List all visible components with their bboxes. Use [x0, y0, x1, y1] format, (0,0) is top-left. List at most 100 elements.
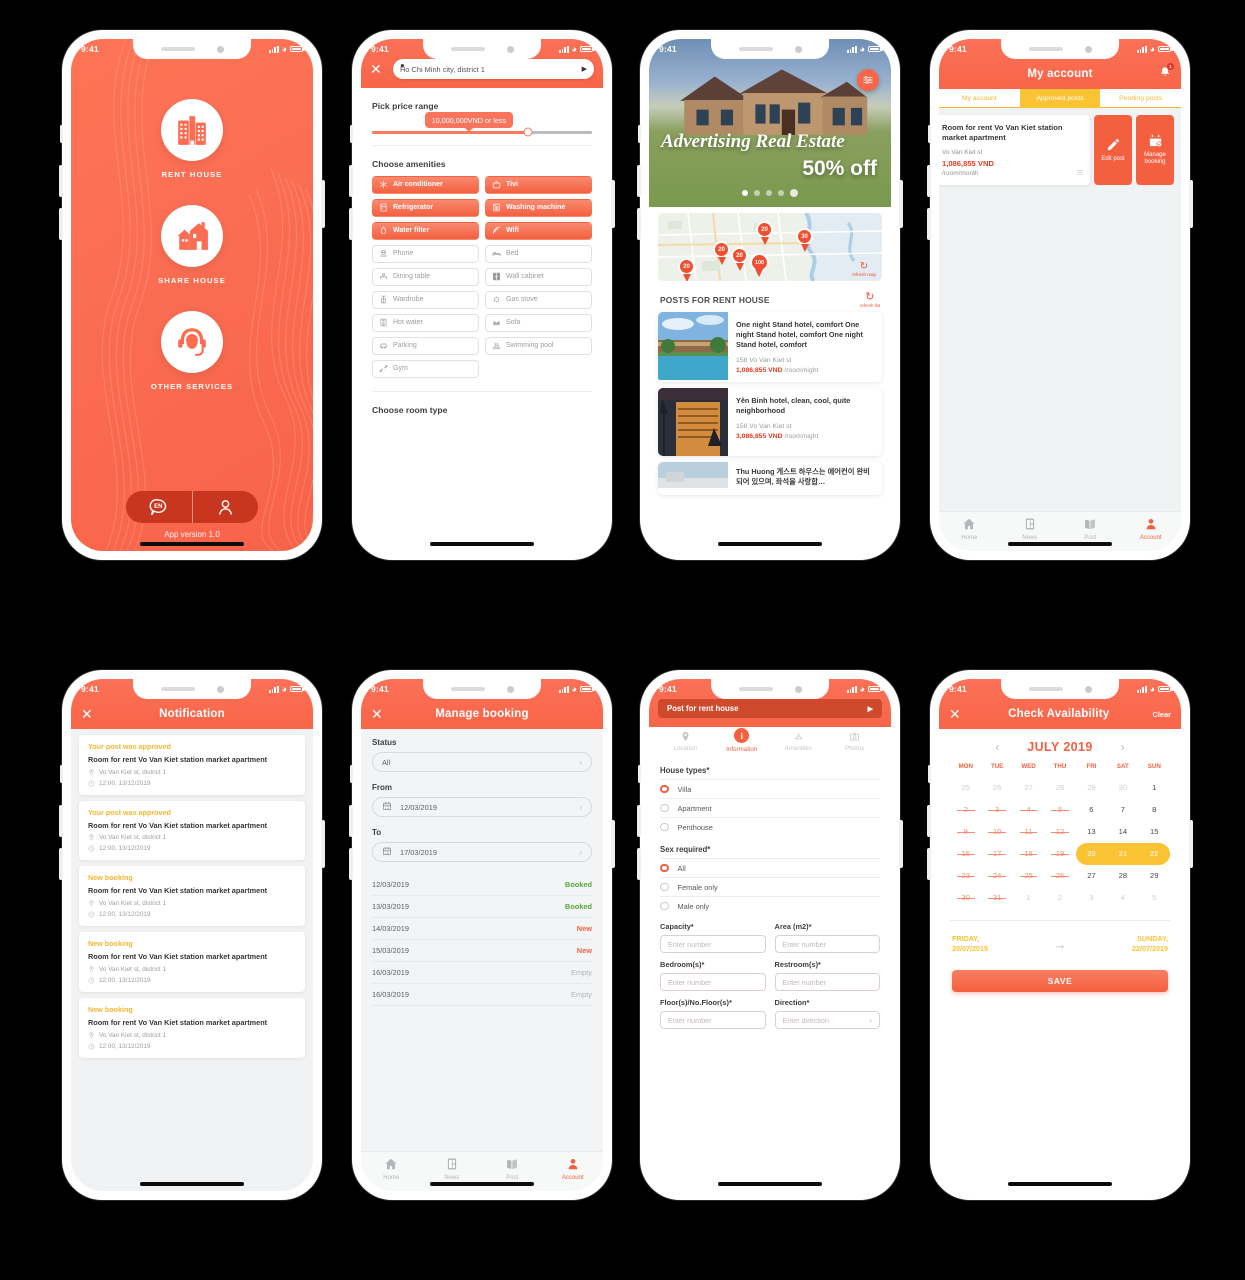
carousel-dots[interactable]: [742, 189, 798, 197]
field-input[interactable]: Enter direction ›: [774, 1011, 880, 1029]
calendar-day[interactable]: 29: [1076, 777, 1107, 799]
calendar-day[interactable]: 22: [1138, 843, 1170, 865]
notification-item[interactable]: Your post was approved Room for rent Vo V…: [79, 800, 305, 861]
amenity-phone[interactable]: Phone: [372, 244, 479, 263]
close-icon[interactable]: ✕: [949, 707, 965, 721]
calendar-day[interactable]: 31: [981, 887, 1012, 909]
calendar-day[interactable]: 20: [1075, 843, 1108, 865]
calendar-day[interactable]: 14: [1107, 821, 1138, 843]
step-amenities[interactable]: Amenities: [770, 731, 827, 753]
refresh-map-button[interactable]: ↻ refresh map: [852, 262, 876, 278]
step-photos[interactable]: Photos: [827, 731, 884, 753]
list-item[interactable]: Thu Huong 게스트 하우스는 에어컨이 완비되어 있으며, 좌석을 사랑…: [658, 462, 882, 496]
amenity-gym[interactable]: Gym: [372, 359, 479, 378]
menu-item-share-house[interactable]: SHARE HOUSE: [158, 205, 226, 285]
map-pin[interactable]: 20: [713, 241, 730, 265]
calendar-day[interactable]: 30: [1107, 777, 1138, 799]
prev-month-button[interactable]: ‹: [995, 740, 999, 754]
tabbar-item-account[interactable]: Account: [1121, 517, 1182, 541]
drag-handle-icon[interactable]: ☰: [1077, 169, 1083, 177]
from-date-input[interactable]: 12/03/2019 ›: [372, 797, 592, 817]
refresh-list-button[interactable]: ↻ refresh list: [860, 292, 880, 309]
radio-button-icon[interactable]: [660, 803, 669, 813]
calendar-day[interactable]: 3: [1076, 887, 1107, 909]
tabbar-item-home[interactable]: Home: [939, 517, 1000, 541]
status-select[interactable]: All ›: [372, 752, 592, 772]
table-row[interactable]: 14/03/2019 New: [372, 918, 592, 940]
tabbar-item-account[interactable]: Account: [543, 1157, 604, 1181]
close-icon[interactable]: ✕: [370, 62, 386, 76]
map-pin[interactable]: 20: [756, 221, 773, 245]
location-search-input[interactable]: ● Ho Chi Minh city, district 1 ▶: [393, 59, 594, 79]
tab-pending-posts[interactable]: Pending posts: [1100, 89, 1181, 108]
amenity-wifi[interactable]: Wifi: [485, 221, 592, 240]
calendar-day[interactable]: 26: [981, 777, 1012, 799]
notification-item[interactable]: New booking Room for rent Vo Van Kiet sta…: [79, 997, 305, 1058]
amenity-bed[interactable]: Bed: [485, 244, 592, 263]
radio-button-icon[interactable]: [660, 863, 669, 873]
calendar-day[interactable]: 24: [981, 865, 1012, 887]
menu-item-other-services[interactable]: OTHER SERVICES: [151, 311, 233, 391]
calendar-day[interactable]: 2: [950, 799, 981, 821]
calendar-day[interactable]: 4: [1107, 887, 1138, 909]
calendar-day[interactable]: 1: [1013, 887, 1044, 909]
radio-villa[interactable]: Villa: [660, 779, 880, 798]
radio-apartment[interactable]: Apartment: [660, 798, 880, 817]
step-location[interactable]: Location: [657, 731, 714, 753]
tabbar-item-post[interactable]: Post: [1060, 517, 1121, 541]
tabbar-item-news[interactable]: News: [1000, 517, 1061, 541]
hero-banner[interactable]: Advertising Real Estate 50% off: [649, 39, 891, 207]
post-card[interactable]: Room for rent Vo Van Kiet station market…: [939, 115, 1090, 185]
close-icon[interactable]: ✕: [371, 707, 387, 721]
manage-booking-button[interactable]: Manage booking: [1136, 115, 1174, 185]
calendar-day[interactable]: 15: [1139, 821, 1170, 843]
field-input[interactable]: Enter number: [660, 935, 766, 953]
tabbar-item-home[interactable]: Home: [361, 1157, 422, 1181]
profile-button[interactable]: [191, 491, 259, 523]
list-item[interactable]: One night Stand hotel, comfort One night…: [658, 312, 882, 383]
notification-bell-button[interactable]: 1: [1155, 63, 1174, 83]
save-button[interactable]: SAVE: [952, 970, 1168, 993]
calendar-day[interactable]: 13: [1076, 821, 1107, 843]
calendar-day[interactable]: 5: [1044, 799, 1075, 821]
calendar-day[interactable]: 12: [1044, 821, 1075, 843]
radio-penthouse[interactable]: Penthouse: [660, 817, 880, 836]
amenity-water-filter[interactable]: Water filter: [372, 221, 479, 240]
calendar-day[interactable]: 8: [1139, 799, 1170, 821]
calendar-day[interactable]: 23: [950, 865, 981, 887]
calendar-day[interactable]: 29: [1139, 865, 1170, 887]
radio-male-only[interactable]: Male only: [660, 896, 880, 915]
map-pin[interactable]: 30: [796, 228, 813, 252]
table-row[interactable]: 16/03/2019 Empty: [372, 984, 592, 1006]
notification-item[interactable]: New booking Room for rent Vo Van Kiet sta…: [79, 866, 305, 927]
notification-item[interactable]: New booking Room for rent Vo Van Kiet sta…: [79, 932, 305, 992]
filter-fab-button[interactable]: [857, 69, 879, 91]
amenity-air-conditioner[interactable]: Air conditioner: [372, 175, 479, 194]
map-pin[interactable]: 100: [750, 253, 769, 277]
amenity-hot-water[interactable]: Hot water: [372, 313, 479, 332]
map-pin[interactable]: 20: [731, 247, 748, 271]
table-row[interactable]: 16/03/2019 Empty: [372, 962, 592, 984]
field-input[interactable]: Enter number: [660, 973, 766, 991]
calendar-day[interactable]: 10: [981, 821, 1012, 843]
radio-button-icon[interactable]: [660, 822, 669, 832]
next-month-button[interactable]: ›: [1121, 740, 1125, 754]
price-slider[interactable]: 10,000,000VND or less: [372, 112, 592, 137]
clear-button[interactable]: Clear: [1153, 710, 1172, 719]
calendar-day[interactable]: 11: [1013, 821, 1044, 843]
calendar-day[interactable]: 21: [1107, 843, 1139, 865]
amenity-parking[interactable]: Parking: [372, 336, 479, 355]
list-item[interactable]: Yên Binh hotel, clean, cool, quite neigh…: [658, 388, 882, 457]
tabbar-item-post[interactable]: Post: [482, 1157, 543, 1181]
radio-female-only[interactable]: Female only: [660, 877, 880, 896]
calendar-day[interactable]: 16: [950, 843, 981, 865]
calendar-day[interactable]: 27: [1076, 865, 1107, 887]
map-preview[interactable]: 20 20 20 20 100 30 ↻ refresh map: [658, 213, 882, 281]
radio-button-icon[interactable]: [660, 901, 669, 911]
amenity-washing-machine[interactable]: Washing machine: [485, 198, 592, 217]
slider-knob[interactable]: [523, 127, 533, 137]
radio-all[interactable]: All: [660, 858, 880, 877]
post-type-selector[interactable]: Post for rent house ▶: [658, 699, 882, 718]
step-information[interactable]: i Information: [714, 728, 771, 753]
notification-item[interactable]: Your post was approved Room for rent Vo V…: [79, 735, 305, 795]
